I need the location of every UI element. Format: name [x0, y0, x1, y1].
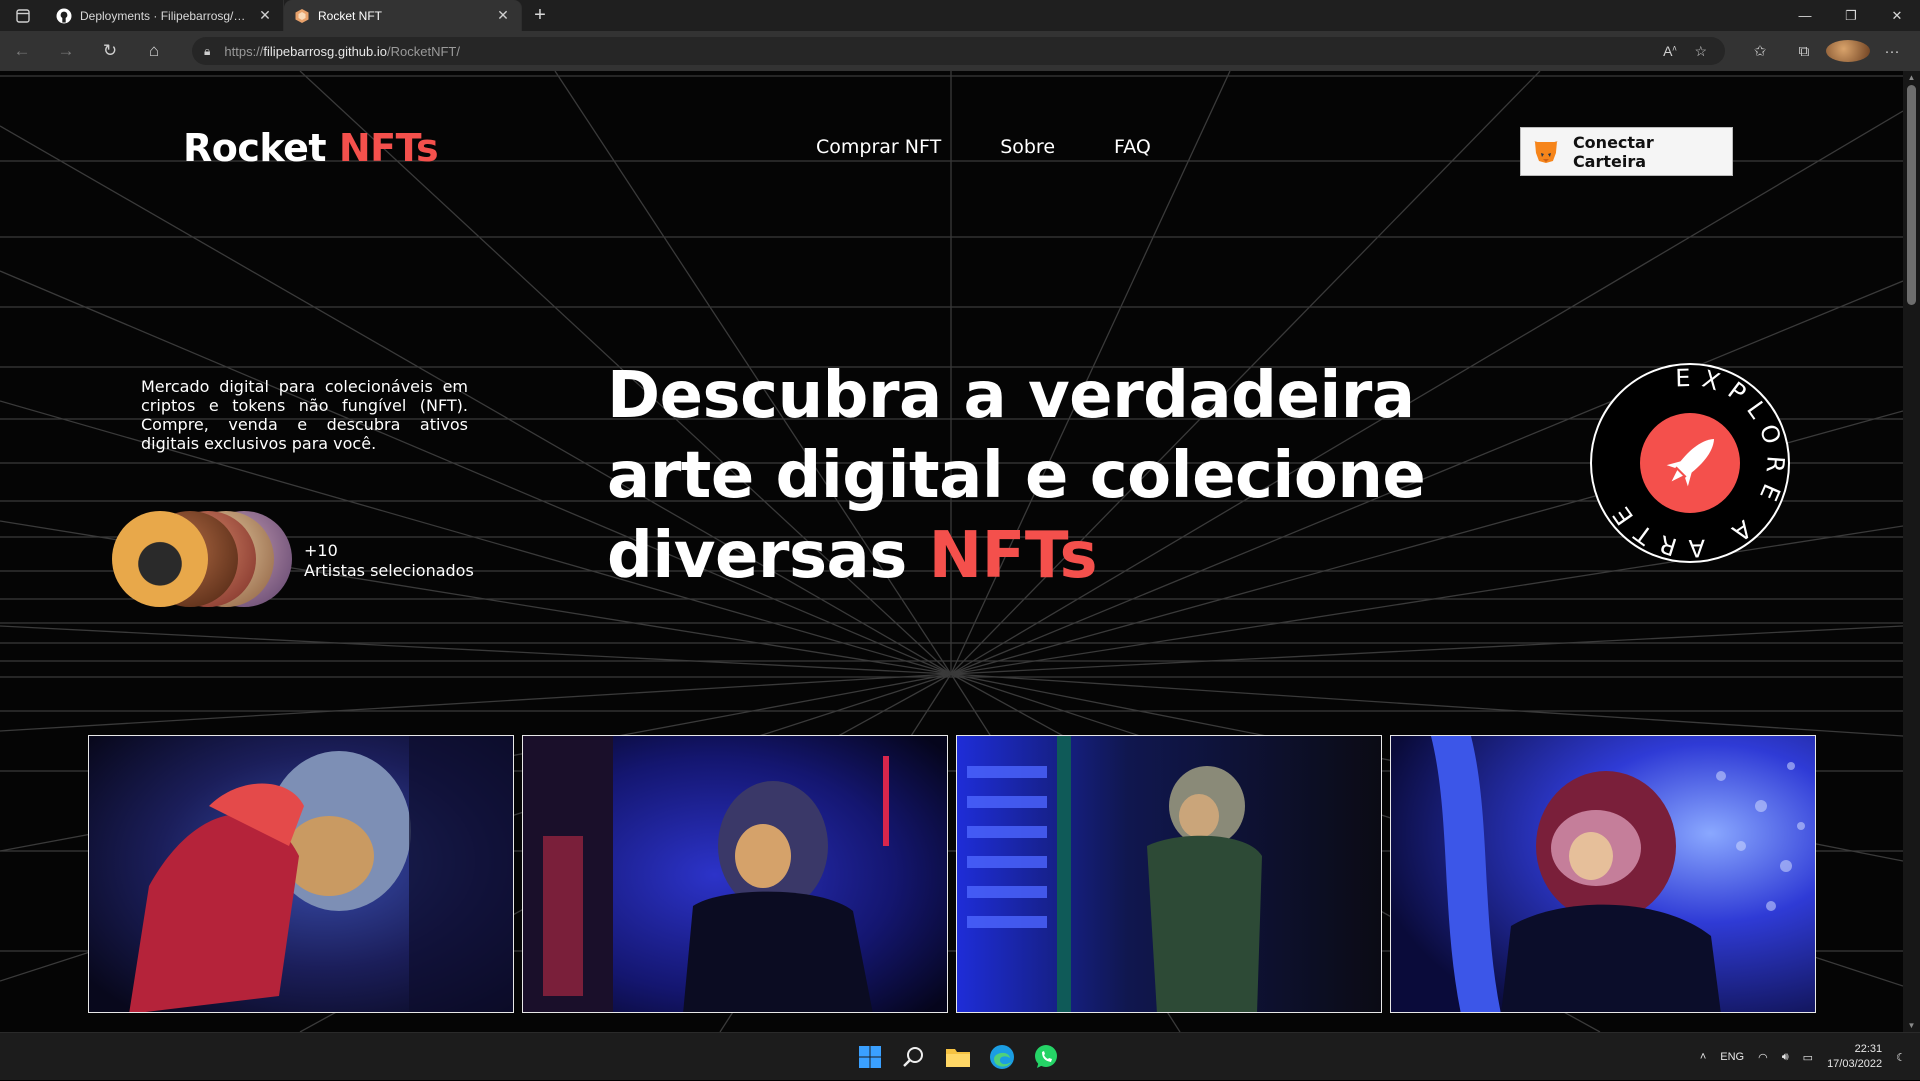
hero-headline: Descubra a verdadeira arte digital e col…	[607, 356, 1426, 596]
forward-icon[interactable]: →	[44, 31, 88, 71]
nft-gallery	[88, 735, 1816, 1013]
scroll-down-icon[interactable]: ▼	[1903, 1021, 1920, 1030]
avatar	[112, 511, 208, 607]
back-icon[interactable]: ←	[0, 31, 44, 71]
windows-taskbar: ˄ ENG ◠ 🔊︎ ▭ 22:31 17/03/2022 ☾	[0, 1032, 1920, 1080]
window-controls: — ❐ ✕	[1782, 0, 1920, 31]
site-logo[interactable]: Rocket NFTs	[183, 126, 439, 170]
new-tab-button[interactable]: +	[522, 0, 558, 31]
metamask-fox-icon	[1533, 140, 1558, 163]
nav-comprar-nft[interactable]: Comprar NFT	[816, 136, 941, 158]
url-host: filipebarrosg.github.io	[263, 43, 387, 59]
nft-card-astronaut-blue-room[interactable]	[522, 735, 948, 1013]
add-favorite-icon[interactable]: ☆	[1694, 43, 1707, 60]
clock-date: 17/03/2022	[1827, 1058, 1883, 1070]
close-tab-icon[interactable]: ✕	[495, 7, 511, 24]
page-viewport: Rocket NFTs Comprar NFT Sobre FAQ Conect…	[0, 71, 1903, 1032]
windows-start-icon[interactable]	[855, 1042, 885, 1072]
home-icon[interactable]: ⌂	[132, 31, 176, 71]
headline-line-3: diversas NFTs	[607, 516, 1425, 596]
lock-icon[interactable]: 🔒︎	[204, 44, 210, 59]
intro-text: Mercado digital para colecionáveis em cr…	[141, 377, 468, 453]
close-tab-icon[interactable]: ✕	[257, 7, 273, 24]
headline-line-1: Descubra a verdadeira	[607, 359, 1415, 433]
main-nav: Comprar NFT Sobre FAQ	[816, 136, 1151, 158]
refresh-icon[interactable]: ↻	[88, 31, 132, 71]
search-icon[interactable]	[899, 1042, 929, 1072]
wifi-icon[interactable]: ◠	[1758, 1051, 1768, 1064]
system-tray: ˄ ENG ◠ 🔊︎ ▭ 22:31 17/03/2022 ☾	[1700, 1033, 1906, 1081]
url-path: /RocketNFT/	[387, 43, 460, 59]
nft-card-astronaut-helmet-lights[interactable]	[1390, 735, 1816, 1013]
address-bar[interactable]: 🔒︎ https://filipebarrosg.github.io/Rocke…	[192, 37, 1725, 65]
chevron-up-icon[interactable]: ˄	[1700, 1051, 1706, 1063]
language-indicator[interactable]: ENG	[1720, 1051, 1744, 1063]
nft-image	[1391, 736, 1815, 1012]
nav-sobre[interactable]: Sobre	[1000, 136, 1055, 158]
volume-icon[interactable]: 🔊︎	[1782, 1051, 1789, 1064]
whatsapp-icon[interactable]	[1031, 1042, 1061, 1072]
file-explorer-icon[interactable]	[943, 1042, 973, 1072]
artists-caption: +10 Artistas selecionados	[304, 541, 474, 581]
minimize-icon[interactable]: —	[1782, 0, 1828, 31]
system-clock[interactable]: 22:31 17/03/2022	[1827, 1042, 1882, 1072]
notifications-icon[interactable]: ☾	[1896, 1051, 1906, 1064]
headline-line-3-main: diversas	[607, 519, 929, 593]
artists-label: Artistas selecionados	[304, 561, 474, 580]
nft-card-astronaut-red-helmet[interactable]	[88, 735, 514, 1013]
close-window-icon[interactable]: ✕	[1874, 0, 1920, 31]
battery-icon[interactable]: ▭	[1803, 1051, 1813, 1064]
tab-actions-icon[interactable]	[0, 0, 46, 31]
headline-line-2: arte digital e colecione	[607, 439, 1426, 513]
url-text: https://filipebarrosg.github.io/RocketNF…	[224, 44, 460, 59]
github-icon	[56, 8, 72, 23]
profile-avatar[interactable]	[1826, 40, 1870, 62]
headline-accent: NFTs	[928, 519, 1098, 593]
tab-title: Rocket NFT	[318, 8, 383, 23]
read-aloud-icon[interactable]: Aʌ	[1663, 43, 1676, 59]
tab-deployments[interactable]: Deployments · Filipebarrosg/Roc ✕	[46, 0, 284, 31]
page-scrollbar[interactable]: ▲ ▼	[1903, 71, 1920, 1032]
tab-rocket-nft[interactable]: Rocket NFT ✕	[284, 0, 522, 31]
scrollbar-thumb[interactable]	[1907, 85, 1916, 305]
more-menu-icon[interactable]: ···	[1870, 43, 1914, 60]
favorites-icon[interactable]: ✩	[1738, 42, 1782, 60]
logo-main: Rocket	[183, 126, 339, 170]
nft-image	[523, 736, 947, 1012]
browser-tab-bar: Deployments · Filipebarrosg/Roc ✕ Rocket…	[0, 0, 1920, 31]
artists-avatars	[112, 511, 292, 611]
nft-image	[89, 736, 513, 1012]
nav-faq[interactable]: FAQ	[1114, 136, 1151, 158]
tab-title: Deployments · Filipebarrosg/Roc	[80, 8, 249, 23]
collections-icon[interactable]: ⧉	[1782, 43, 1826, 60]
logo-accent: NFTs	[338, 126, 439, 170]
url-scheme: https://	[224, 43, 264, 59]
rocket-favicon	[295, 8, 309, 23]
edge-browser-icon[interactable]	[987, 1042, 1017, 1072]
scroll-up-icon[interactable]: ▲	[1903, 73, 1920, 82]
explore-art-badge[interactable]: EXPLORE A ARTE	[1589, 362, 1791, 564]
clock-time: 22:31	[1854, 1043, 1883, 1055]
nft-card-astronaut-green-suit[interactable]	[956, 735, 1382, 1013]
nft-image	[957, 736, 1381, 1012]
artists-count: +10	[304, 541, 338, 560]
browser-toolbar: ← → ↻ ⌂ 🔒︎ https://filipebarrosg.github.…	[0, 31, 1920, 71]
restore-icon[interactable]: ❐	[1828, 0, 1874, 31]
connect-wallet-label: Conectar Carteira	[1572, 132, 1654, 171]
connect-wallet-button[interactable]: Conectar Carteira	[1520, 127, 1733, 176]
